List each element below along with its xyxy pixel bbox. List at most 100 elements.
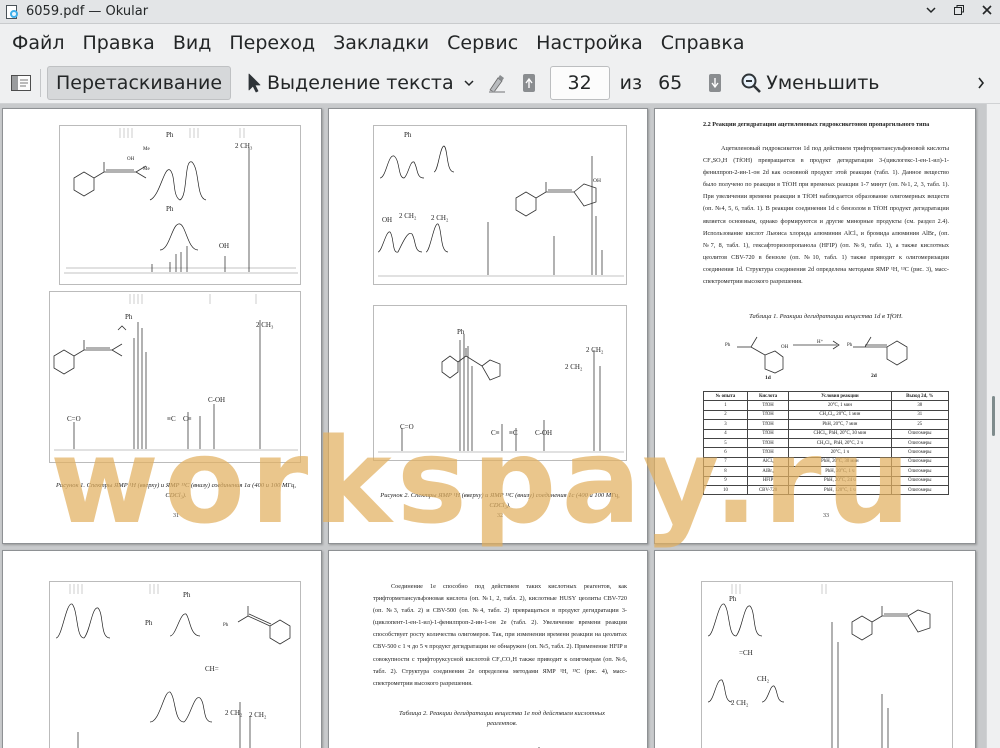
table-cell: TfOH	[746, 400, 790, 411]
total-pages-label: 65	[658, 71, 683, 94]
pdf-page-33[interactable]: 2.2 Реакции дегидратации ацетиленовых ги…	[654, 108, 976, 544]
label-ch3-h1: 2 CH₃	[235, 142, 253, 150]
zoom-out-label: Уменьшить	[766, 71, 880, 94]
table-cell: 5	[703, 437, 748, 449]
label-me-1: Me	[143, 147, 150, 152]
table-row: 4 TfOH CHCl₃, PhH, 20°C, 30 мин Олигомеры	[703, 428, 950, 439]
table-header-cell: Кислота	[746, 390, 790, 402]
c13-nmr-spectrum-1a	[49, 291, 301, 463]
next-page-button[interactable]	[700, 68, 730, 98]
table-cell: TfOH	[746, 447, 790, 458]
section-paragraph: Ацетиленовый гидроксикетон 1d под действ…	[703, 145, 949, 286]
menu-bookmarks[interactable]: Закладки	[325, 32, 437, 54]
pdf-page-34[interactable]: Ph Ph Ph CH= 2 CH₂ 2 CH₂	[2, 550, 322, 748]
label-ph-c13: Ph	[457, 328, 465, 336]
table-row: 1 TfOH 20°C, 1 мин 38	[703, 400, 950, 411]
sidebar-toggle-button[interactable]	[6, 68, 36, 98]
table-cell: 1	[703, 400, 748, 411]
menu-help[interactable]: Справка	[653, 32, 753, 54]
scheme-oh: OH	[781, 345, 789, 350]
table-cell: Олигомеры	[890, 484, 950, 496]
scrollbar-thumb[interactable]	[992, 396, 995, 436]
previous-page-icon	[522, 73, 535, 92]
text-selection-tool-label: Выделение текста	[267, 71, 454, 94]
table-cell: CHCl₃, PhH, 20°C, 30 мин	[788, 428, 892, 439]
page-number-input[interactable]	[549, 65, 610, 100]
previous-page-button[interactable]	[514, 68, 544, 98]
document-view[interactable]: Ph 2 CH₃ Ph OH Me Me OH Ph 2 CH₃ C=O ≡C …	[0, 104, 986, 748]
table-row: 8 AlBr₃ PhH, 20°C, 1 ч Олигомеры	[703, 466, 950, 477]
menu-edit[interactable]: Правка	[75, 32, 163, 54]
table-cell: 2	[703, 409, 748, 421]
figure-1-caption: Рисунок 1. Спектры ЯМР ¹H (вверху) и ЯМР…	[56, 482, 296, 499]
table-cell: TfOH	[746, 428, 790, 439]
vertical-scrollbar[interactable]	[986, 104, 1000, 748]
table-cell: 25	[890, 419, 950, 430]
label-ch2-a: CH₂	[757, 675, 770, 683]
table-cell: Олигомеры	[890, 437, 950, 449]
label-oh-molecule: OH	[593, 178, 601, 184]
h1-nmr-spectrum-2d	[49, 581, 301, 748]
label-ch2-h1-b: 2 CH₂	[431, 214, 449, 222]
table-cell: AlCl₃	[746, 456, 790, 468]
label-oh-h1: OH	[382, 216, 393, 224]
label-ch: =CH	[739, 649, 753, 657]
h1-nmr-spectrum-2e	[701, 581, 953, 748]
zoom-out-button[interactable]: Уменьшить	[734, 66, 885, 100]
table-header-cell: Выход 2d, %	[890, 390, 950, 402]
label-ph-molecule: Ph	[223, 623, 229, 628]
reaction-scheme-1e	[419, 737, 579, 748]
annotation-tool-button[interactable]	[482, 68, 512, 98]
table-cell: Олигомеры	[890, 428, 950, 439]
menu-file[interactable]: Файл	[4, 32, 73, 54]
close-icon[interactable]	[980, 3, 994, 17]
table-cell: 8	[703, 466, 748, 477]
menu-tools[interactable]: Сервис	[439, 32, 526, 54]
pdf-page-32[interactable]: Ph OH 2 CH₂ 2 CH₂ OH Ph 2 CH₂ 2 CH₂ C=O …	[328, 108, 648, 544]
browse-tool-button[interactable]: Перетаскивание	[47, 65, 232, 100]
toolbar-separator	[40, 68, 41, 97]
text-selection-tool-button[interactable]: Выделение текста	[241, 66, 460, 100]
table-cell: Олигомеры	[890, 456, 950, 468]
pdf-page-36[interactable]: Ph =CH CH₂ 2 CH₂	[654, 550, 976, 748]
window-title: 6059.pdf — Okular	[26, 4, 149, 19]
label-alkyne-c2-c13: ≡C	[509, 429, 518, 437]
chevron-down-icon	[464, 79, 474, 86]
figure-2-caption: Рисунок 2. Спектры ЯМР ¹H (вверху) и ЯМР…	[380, 492, 620, 509]
pdf-page-35[interactable]: Соединение 1e способно под действием так…	[328, 550, 648, 748]
table-cell: PhH, 20°C, 30 мин	[788, 456, 892, 468]
table-row: 9 HFIP PhH, 20°C, 24 ч Олигомеры	[703, 475, 950, 486]
table-cell: PhH, 20°C, 7 мин	[788, 419, 892, 430]
label-ph-c13: Ph	[125, 313, 133, 321]
highlighter-pen-icon	[488, 74, 505, 93]
label-ch2-h1-a: 2 CH₂	[399, 212, 417, 220]
label-coh-c13: C-OH	[208, 396, 226, 404]
maximize-icon[interactable]	[952, 3, 966, 17]
label-ch3-c13: 2 CH₃	[256, 321, 274, 329]
minimize-icon[interactable]	[924, 3, 938, 17]
menu-bar: Файл Правка Вид Переход Закладки Сервис …	[0, 24, 1000, 62]
table-cell: CH₂Cl₂, PhH, 20°C, 2 ч	[788, 437, 892, 449]
main-toolbar: Перетаскивание Выделение текста из 65 Ум…	[0, 62, 1000, 104]
menu-view[interactable]: Вид	[165, 32, 220, 54]
c13-nmr-spectrum-1c	[373, 305, 627, 461]
table-cell: TfOH	[746, 437, 790, 449]
label-alkyne-c2-c13: C≡	[183, 415, 192, 423]
table-cell: AlBr₃	[746, 466, 790, 477]
menu-go[interactable]: Переход	[221, 32, 323, 54]
label-ch2-c13-b: 2 CH₂	[565, 363, 583, 371]
table-cell: 9	[703, 475, 748, 486]
menu-settings[interactable]: Настройка	[528, 32, 651, 54]
selection-mode-dropdown[interactable]	[460, 68, 478, 98]
label-co-c13: C=O	[400, 423, 414, 431]
label-ph: Ph	[729, 595, 737, 603]
scheme-h-plus: H⁺	[817, 340, 824, 345]
table-cell: 10	[703, 484, 748, 496]
h1-nmr-spectrum-1c	[373, 125, 627, 285]
pdf-page-31[interactable]: Ph 2 CH₃ Ph OH Me Me OH Ph 2 CH₃ C=O ≡C …	[2, 108, 322, 544]
table-1: № опыта Кислота Условия реакции Выход 2d, %…	[703, 390, 950, 496]
toolbar-overflow-button[interactable]	[966, 68, 996, 98]
table-row: 5 TfOH CH₂Cl₂, PhH, 20°C, 2 ч Олигомеры	[703, 437, 950, 449]
table-header-cell: № опыта	[703, 390, 748, 402]
label-me-2: Me	[143, 167, 150, 172]
